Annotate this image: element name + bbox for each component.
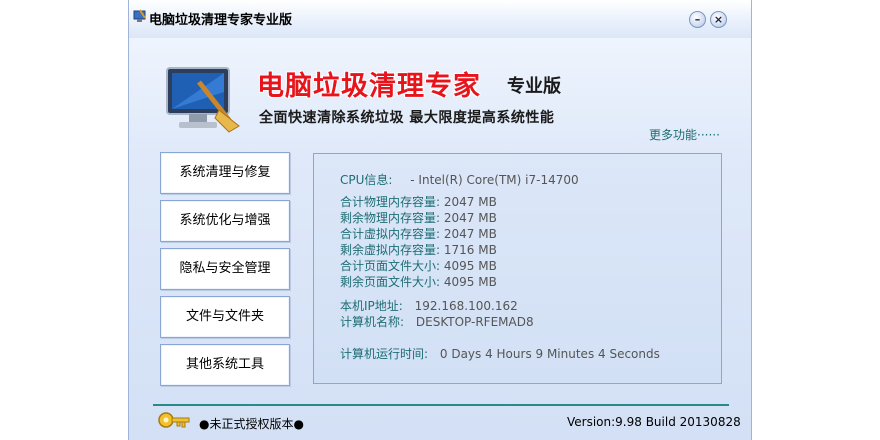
- banner-slogan: 全面快速清除系统垃圾 最大限度提高系统性能: [259, 110, 555, 126]
- memory-label: 合计物理内存容量:: [340, 195, 441, 209]
- privacy-security-button[interactable]: 隐私与安全管理: [160, 248, 290, 290]
- title-bar[interactable]: 电脑垃圾清理专家专业版 – ×: [129, 0, 751, 38]
- cpu-value: - Intel(R) Core(TM) i7-14700: [410, 173, 579, 187]
- banner-edition: 专业版: [507, 76, 561, 97]
- memory-row: 剩余虚拟内存容量: 1716 MB: [340, 241, 497, 258]
- ip-value: 192.168.100.162: [414, 299, 518, 313]
- app-window: 电脑垃圾清理专家专业版 – × 电脑垃圾清理专家 专业版 全面快速清除系统垃圾 …: [128, 0, 752, 440]
- uptime-row: 计算机运行时间: 0 Days 4 Hours 9 Minutes 4 Seco…: [340, 345, 660, 362]
- hostname-label: 计算机名称:: [340, 315, 405, 329]
- memory-value: 4095 MB: [443, 259, 497, 273]
- footer-divider: [153, 404, 729, 406]
- cpu-label: CPU信息:: [340, 173, 393, 187]
- version-text: Version:9.98 Build 20130828: [567, 415, 741, 429]
- memory-row: 合计页面文件大小: 4095 MB: [340, 257, 497, 274]
- memory-label: 合计页面文件大小:: [340, 259, 441, 273]
- memory-value: 1716 MB: [443, 243, 497, 257]
- minimize-button[interactable]: –: [689, 11, 706, 28]
- system-info-panel: CPU信息: - Intel(R) Core(TM) i7-14700 合计物理…: [313, 153, 722, 384]
- memory-label: 剩余页面文件大小:: [340, 275, 441, 289]
- close-button[interactable]: ×: [710, 11, 727, 28]
- ip-label: 本机IP地址:: [340, 299, 403, 313]
- memory-label: 合计虚拟内存容量:: [340, 227, 441, 241]
- memory-value: 2047 MB: [443, 227, 497, 241]
- banner-title: 电脑垃圾清理专家: [257, 71, 481, 102]
- memory-label: 剩余虚拟内存容量:: [340, 243, 441, 257]
- license-status: ●未正式授权版本●: [199, 417, 304, 431]
- more-features-link[interactable]: 更多功能······: [649, 126, 720, 143]
- other-tools-button[interactable]: 其他系统工具: [160, 344, 290, 386]
- window-title: 电脑垃圾清理专家专业版: [149, 13, 293, 28]
- memory-label: 剩余物理内存容量:: [340, 211, 441, 225]
- computer-broom-icon: [166, 67, 240, 133]
- hostname-value: DESKTOP-RFEMAD8: [415, 315, 534, 329]
- memory-value: 4095 MB: [443, 275, 497, 289]
- hostname-row: 计算机名称: DESKTOP-RFEMAD8: [340, 313, 534, 330]
- system-clean-repair-button[interactable]: 系统清理与修复: [160, 152, 290, 194]
- app-icon: [133, 9, 146, 22]
- memory-row: 合计虚拟内存容量: 2047 MB: [340, 225, 497, 242]
- cpu-row: CPU信息: - Intel(R) Core(TM) i7-14700: [340, 171, 579, 188]
- system-optimize-button[interactable]: 系统优化与增强: [160, 200, 290, 242]
- memory-row: 剩余物理内存容量: 2047 MB: [340, 209, 497, 226]
- ip-row: 本机IP地址: 192.168.100.162: [340, 297, 518, 314]
- files-folders-button[interactable]: 文件与文件夹: [160, 296, 290, 338]
- memory-value: 2047 MB: [443, 211, 497, 225]
- memory-value: 2047 MB: [443, 195, 497, 209]
- memory-row: 合计物理内存容量: 2047 MB: [340, 193, 497, 210]
- uptime-label: 计算机运行时间:: [340, 347, 429, 361]
- key-icon: [158, 412, 190, 428]
- uptime-value: 0 Days 4 Hours 9 Minutes 4 Seconds: [439, 347, 660, 361]
- memory-row: 剩余页面文件大小: 4095 MB: [340, 273, 497, 290]
